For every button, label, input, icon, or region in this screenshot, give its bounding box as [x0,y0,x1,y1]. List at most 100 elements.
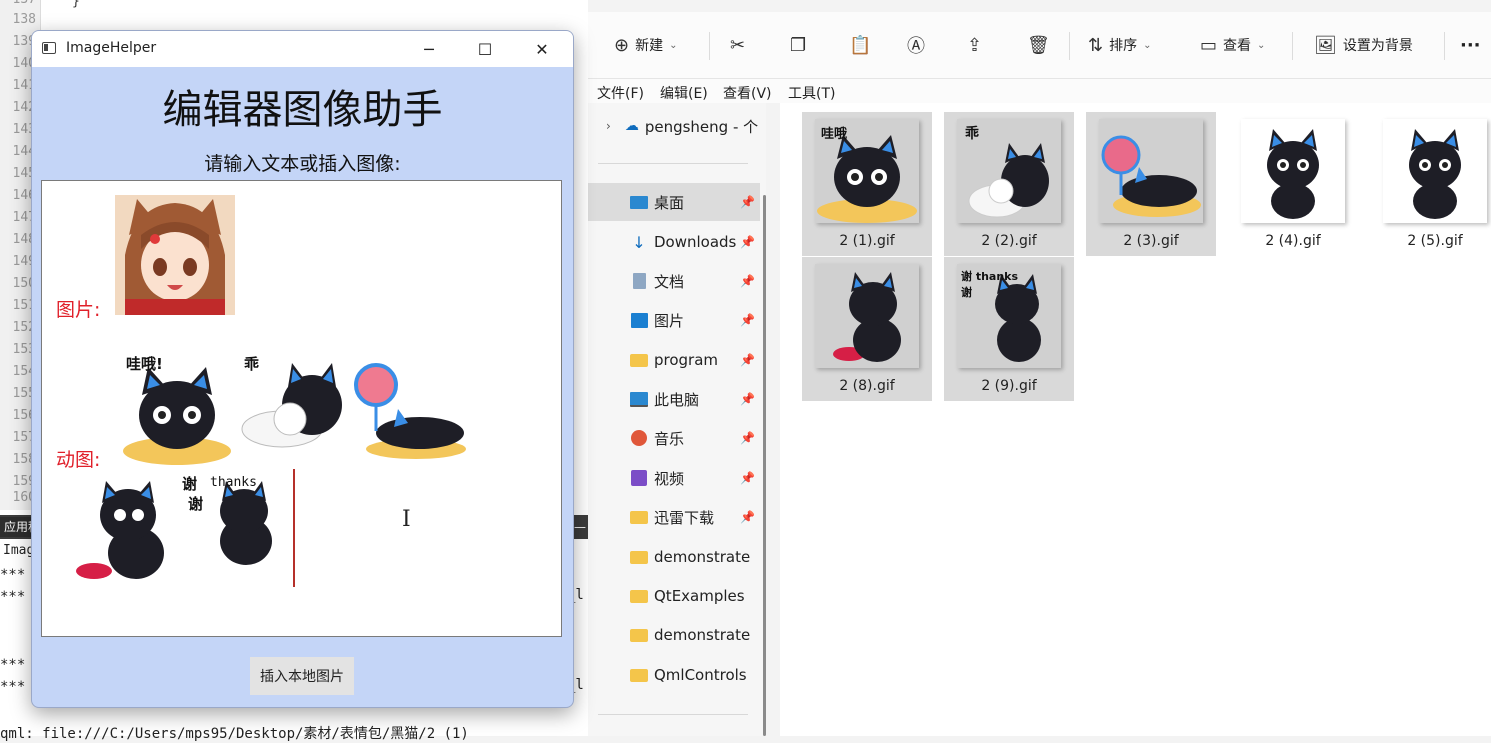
paste-button[interactable]: 📋 [849,32,877,58]
output-line: *** [0,567,26,583]
file-thumbnail [1241,119,1345,223]
copy-icon: ❐ [790,34,807,56]
file-name: 2 (4).gif [1265,233,1321,249]
nav-item-qmlcontrols[interactable]: QmlControls [588,656,760,694]
sort-icon: ⇅ [1088,34,1104,56]
output-line: qml: file:///C:/Users/mps95/Desktop/素材/表… [0,726,469,742]
nav-label: Downloads [654,233,737,251]
scissors-icon: ✂ [730,34,746,56]
nav-item-music[interactable]: 音乐 📌 [588,419,760,457]
share-icon: ⇪ [967,34,983,56]
nav-item-demonstrate[interactable]: demonstrate [588,538,760,576]
file-tile[interactable]: 谢 thanks 谢 2 (9).gif [944,257,1074,401]
nav-label: 此电脑 [654,390,700,409]
chevron-down-icon: ⌄ [1143,39,1152,51]
menu-file[interactable]: 文件(F) [597,83,644,103]
cut-button[interactable]: ✂ [730,32,751,58]
output-line: *** [0,589,26,605]
menu-tools[interactable]: 工具(T) [788,83,835,103]
more-options-button[interactable]: ··· [1460,32,1481,58]
file-name: 2 (8).gif [839,378,895,394]
cat-thanks-gif [220,481,272,565]
file-tile[interactable]: 哇哦 2 (1).gif [802,112,932,256]
nav-label: 音乐 [654,429,685,448]
pin-icon: 📌 [740,392,755,406]
text-caret [293,469,295,587]
menu-bar: 文件(F) 编辑(E) 查看(V) 工具(T) [588,79,1491,103]
rich-text-editor[interactable]: 图片: 哇哦! 乖 动图: 谢 谢 thanks I [41,180,562,637]
page-title: 编辑器图像助手 [162,87,443,133]
file-explorer-window: ⊕ 新建 ⌄ ✂ ❐ 📋 Ⓐ ⇪ 🗑 ⇅ 排序 ⌄ ▭ 查看 ⌄ 🖼 设置为背景… [588,0,1491,736]
nav-item-onedrive[interactable]: › ☁ pengsheng - 个 [588,107,760,145]
file-thumbnail [1383,119,1487,223]
output-tab-item[interactable]: Imag [3,543,34,558]
nav-label: demonstrate [654,548,751,566]
gif-label: 动图: [56,449,101,471]
ibeam-cursor-icon: I [402,507,411,532]
toolbar-separator [1069,32,1070,60]
nav-item-downloads[interactable]: ↓ Downloads 📌 [588,223,760,261]
navigation-pane: › ☁ pengsheng - 个 桌面 📌 ↓ Downloads 📌 文档 … [588,103,766,736]
nav-item-demonstrate-2[interactable]: demonstrate [588,616,760,654]
folder-icon [630,352,648,368]
menu-edit[interactable]: 编辑(E) [660,83,708,103]
sort-button[interactable]: ⇅ 排序 ⌄ [1088,32,1151,58]
share-button[interactable]: ⇪ [967,32,988,58]
folder-icon [630,588,648,604]
insert-local-image-button[interactable]: 插入本地图片 [250,657,354,695]
nav-item-documents[interactable]: 文档 📌 [588,262,760,300]
music-icon [630,430,648,446]
inserted-anime-image [115,195,235,315]
nav-item-pictures[interactable]: 图片 📌 [588,301,760,339]
set-background-button[interactable]: 🖼 设置为背景 [1314,32,1413,58]
output-line: *** [0,679,26,695]
toolbar-separator [1444,32,1445,60]
line-number: 138 [12,12,36,27]
nav-item-program[interactable]: program 📌 [588,341,760,379]
file-tile[interactable]: 2 (8).gif [802,257,932,401]
pin-icon: 📌 [740,510,755,524]
close-button[interactable]: ✕ [519,31,565,67]
output-panel-minimize-button[interactable]: — [574,515,588,539]
nav-label: 桌面 [654,193,685,212]
cat-caption: 谢 [182,475,198,493]
cat-caption: 谢 [188,495,204,513]
title-bar[interactable]: ImageHelper ─ ☐ ✕ [32,31,573,67]
nav-scrollbar[interactable] [763,195,766,736]
file-tile[interactable]: 2 (3).gif [1086,112,1216,256]
nav-divider [598,714,748,715]
file-tile[interactable]: 2 (4).gif [1228,112,1358,256]
thumbnail-caption: 哇哦 [821,127,848,142]
cloud-icon: ☁ [624,118,639,134]
code-text: } [72,0,80,9]
menu-view[interactable]: 查看(V) [723,83,772,103]
prompt-label: 请输入文本或插入图像: [204,153,401,175]
file-thumbnail [815,264,919,368]
nav-item-this-pc[interactable]: 此电脑 📌 [588,380,760,418]
view-button[interactable]: ▭ 查看 ⌄ [1200,32,1265,58]
nav-item-videos[interactable]: 视频 📌 [588,459,760,497]
folder-icon [630,667,648,683]
chevron-down-icon: ⌄ [669,39,678,51]
pin-icon: 📌 [740,313,755,327]
nav-label: program [654,351,719,369]
image-helper-window: ImageHelper ─ ☐ ✕ 编辑器图像助手 请输入文本或插入图像: 图片… [31,30,574,708]
file-tile[interactable]: 乖 2 (2).gif [944,112,1074,256]
file-name: 2 (5).gif [1407,233,1463,249]
line-number: 137 [0,0,36,10]
nav-item-qtexamples[interactable]: QtExamples [588,577,760,615]
copy-button[interactable]: ❐ [790,32,812,58]
file-tile[interactable]: 2 (5).gif [1370,112,1491,256]
file-name: 2 (1).gif [839,233,895,249]
output-line: *** [0,657,26,673]
rename-button[interactable]: Ⓐ [907,32,931,58]
minimize-button[interactable]: ─ [406,31,452,67]
nav-item-thunder-downloads[interactable]: 迅雷下载 📌 [588,498,760,536]
maximize-button[interactable]: ☐ [462,31,508,67]
thumbnail-caption: 谢 thanks 谢 [961,270,1019,299]
delete-button[interactable]: 🗑 [1027,32,1056,58]
new-button[interactable]: ⊕ 新建 ⌄ [614,32,677,58]
nav-item-desktop[interactable]: 桌面 📌 [588,183,760,221]
file-thumbnail [1099,119,1203,223]
new-label: 新建 [635,38,664,54]
